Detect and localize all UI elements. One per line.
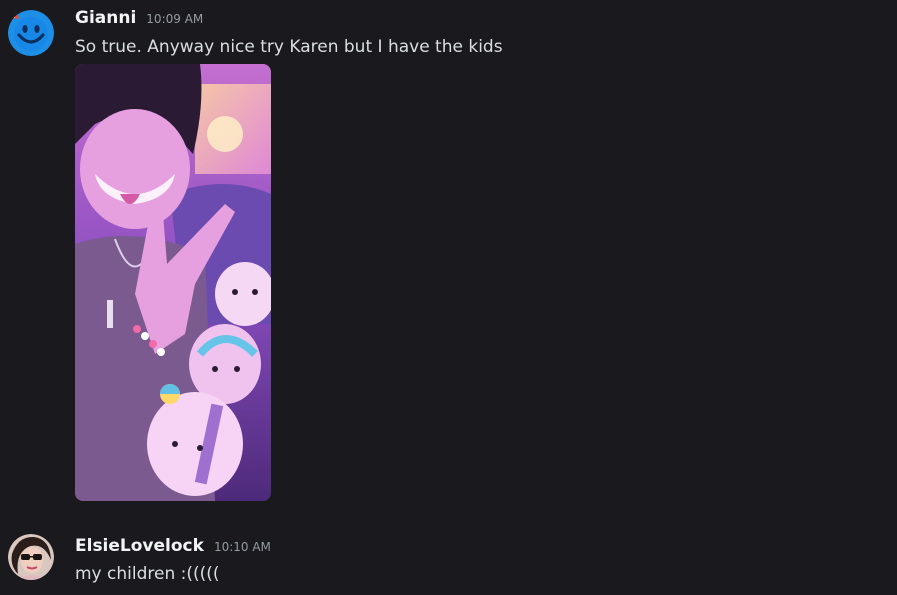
user-avatar[interactable] <box>8 534 54 580</box>
selfie-photo <box>75 64 271 501</box>
profile-photo-avatar-icon <box>8 534 54 580</box>
message-header: ElsieLovelock 10:10 AM <box>75 536 271 556</box>
image-attachment[interactable] <box>75 64 271 501</box>
message-text: my children :((((( <box>75 564 220 584</box>
timestamp[interactable]: 10:09 AM <box>146 12 203 26</box>
chat-message: ElsieLovelock 10:10 AM my children :((((… <box>0 528 897 595</box>
message-list: Gianni 10:09 AM So true. Anyway nice try… <box>0 0 897 595</box>
smiley-face-avatar-icon <box>8 10 54 56</box>
user-avatar[interactable] <box>8 10 54 56</box>
username[interactable]: Gianni <box>75 8 136 28</box>
message-text: So true. Anyway nice try Karen but I hav… <box>75 37 503 57</box>
timestamp[interactable]: 10:10 AM <box>214 540 271 554</box>
message-header: Gianni 10:09 AM <box>75 8 203 28</box>
username[interactable]: ElsieLovelock <box>75 536 204 556</box>
chat-message: Gianni 10:09 AM So true. Anyway nice try… <box>0 0 897 510</box>
